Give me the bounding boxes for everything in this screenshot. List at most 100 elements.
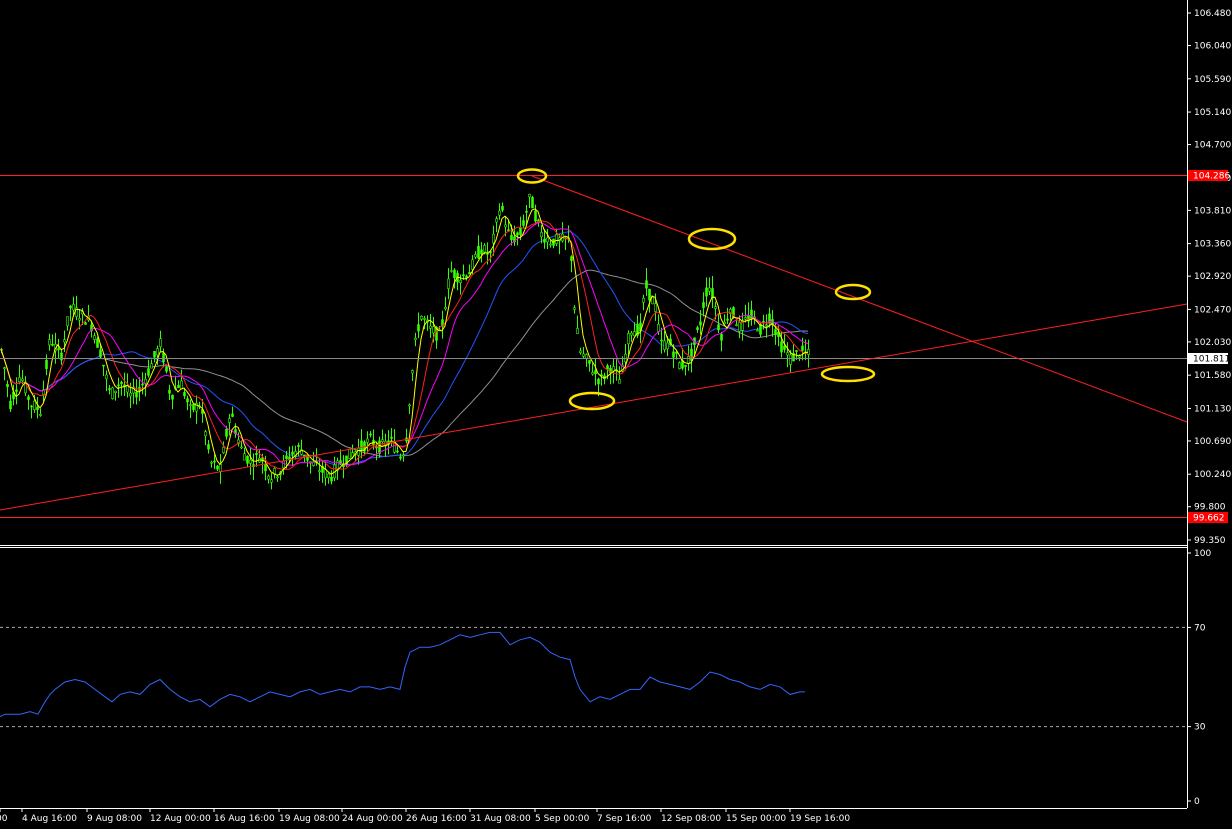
candle-body bbox=[48, 339, 51, 346]
candle-body bbox=[231, 413, 234, 417]
candle-body bbox=[18, 377, 21, 382]
candle-body bbox=[186, 398, 189, 403]
time-tick-label: 26 Aug 16:00 bbox=[406, 814, 467, 824]
candle-body bbox=[33, 400, 36, 410]
candle-body bbox=[714, 306, 717, 309]
candle-body bbox=[645, 280, 648, 289]
candle-body bbox=[696, 327, 699, 330]
candle-body bbox=[576, 328, 579, 334]
candle-body bbox=[528, 193, 531, 198]
candle-body bbox=[474, 253, 477, 258]
candle-body bbox=[618, 379, 621, 384]
candle-body bbox=[15, 389, 18, 392]
oscillator-tick-label: 100 bbox=[1194, 549, 1211, 559]
candle-body bbox=[471, 259, 474, 270]
candle-body bbox=[594, 370, 597, 375]
candle-body bbox=[213, 460, 216, 463]
candle-body bbox=[99, 349, 102, 358]
candle-body bbox=[480, 249, 483, 255]
candle-body bbox=[504, 224, 507, 228]
candle-body bbox=[402, 454, 405, 457]
candle-body bbox=[369, 433, 372, 436]
oscillator-tick-label: 70 bbox=[1194, 623, 1206, 633]
candle-body bbox=[366, 438, 369, 443]
candle-body bbox=[531, 197, 534, 209]
candle-body bbox=[36, 406, 39, 411]
candle-body bbox=[735, 324, 738, 326]
candle-body bbox=[582, 353, 585, 357]
price-tick-label: 99.800 bbox=[1194, 503, 1226, 513]
candle-body bbox=[597, 378, 600, 385]
price-tick-label: 105.590 bbox=[1194, 75, 1231, 85]
candle-body bbox=[408, 404, 411, 407]
candle-body bbox=[657, 323, 660, 332]
candle-body bbox=[189, 404, 192, 406]
candle-body bbox=[750, 309, 753, 319]
candle-body bbox=[678, 362, 681, 369]
candle-body bbox=[117, 384, 120, 387]
candle-body bbox=[648, 288, 651, 301]
candle-body bbox=[624, 353, 627, 363]
candle-body bbox=[795, 350, 798, 352]
candle-body bbox=[381, 439, 384, 443]
candle-body bbox=[171, 394, 174, 400]
candle-body bbox=[270, 479, 273, 483]
svg-text:101.811: 101.811 bbox=[1193, 355, 1230, 365]
time-tick-label: 4 Aug 16:00 bbox=[22, 814, 77, 824]
candle-body bbox=[177, 385, 180, 389]
time-tick-label: 00 bbox=[0, 814, 8, 824]
time-tick-label: 31 Aug 08:00 bbox=[470, 814, 531, 824]
candle-body bbox=[111, 387, 114, 399]
candle-body bbox=[705, 287, 708, 297]
candle-body bbox=[342, 464, 345, 467]
candle-body bbox=[591, 372, 594, 375]
price-tick-label: 102.030 bbox=[1194, 338, 1231, 348]
candle-body bbox=[477, 245, 480, 259]
candle-body bbox=[183, 392, 186, 397]
candle-body bbox=[516, 232, 519, 236]
oscillator-tick-label: 30 bbox=[1194, 723, 1206, 733]
candle-body bbox=[330, 476, 333, 482]
candle-body bbox=[216, 465, 219, 470]
candle-body bbox=[297, 445, 300, 447]
candle-body bbox=[546, 237, 549, 243]
candle-body bbox=[162, 352, 165, 363]
candle-body bbox=[204, 431, 207, 437]
candle-body bbox=[30, 405, 33, 408]
candle-body bbox=[324, 469, 327, 479]
candle-body bbox=[633, 331, 636, 337]
candle-body bbox=[240, 446, 243, 449]
candle-body bbox=[444, 307, 447, 310]
candle-body bbox=[780, 341, 783, 353]
candle-body bbox=[282, 460, 285, 469]
time-tick-label: 15 Sep 00:00 bbox=[726, 814, 786, 824]
candle-body bbox=[627, 333, 630, 345]
candle-body bbox=[93, 335, 96, 340]
candle-body bbox=[429, 325, 432, 329]
candle-body bbox=[249, 459, 252, 464]
candle-body bbox=[573, 307, 576, 310]
candle-body bbox=[501, 205, 504, 211]
candle-body bbox=[51, 344, 54, 346]
candle-body bbox=[666, 342, 669, 350]
candle-body bbox=[150, 363, 153, 369]
candle-body bbox=[711, 288, 714, 299]
candle-body bbox=[45, 359, 48, 369]
trading-chart[interactable]: 106.480 106.040 105.590 105.140 104.700 104.2… bbox=[0, 0, 1232, 829]
time-tick-label: 9 Aug 08:00 bbox=[87, 814, 142, 824]
candle-body bbox=[63, 339, 66, 343]
candle-body bbox=[672, 351, 675, 358]
candle-body bbox=[585, 354, 588, 359]
candle-body bbox=[264, 464, 267, 472]
candle-body bbox=[498, 210, 501, 216]
candle-body bbox=[459, 279, 462, 283]
candle-body bbox=[102, 364, 105, 367]
candle-body bbox=[246, 456, 249, 464]
candle-body bbox=[684, 365, 687, 367]
candle-body bbox=[783, 345, 786, 350]
candle-body bbox=[687, 356, 690, 364]
candle-body bbox=[468, 272, 471, 275]
candle-body bbox=[9, 400, 12, 410]
candle-body bbox=[255, 453, 258, 455]
candle-body bbox=[66, 316, 69, 327]
